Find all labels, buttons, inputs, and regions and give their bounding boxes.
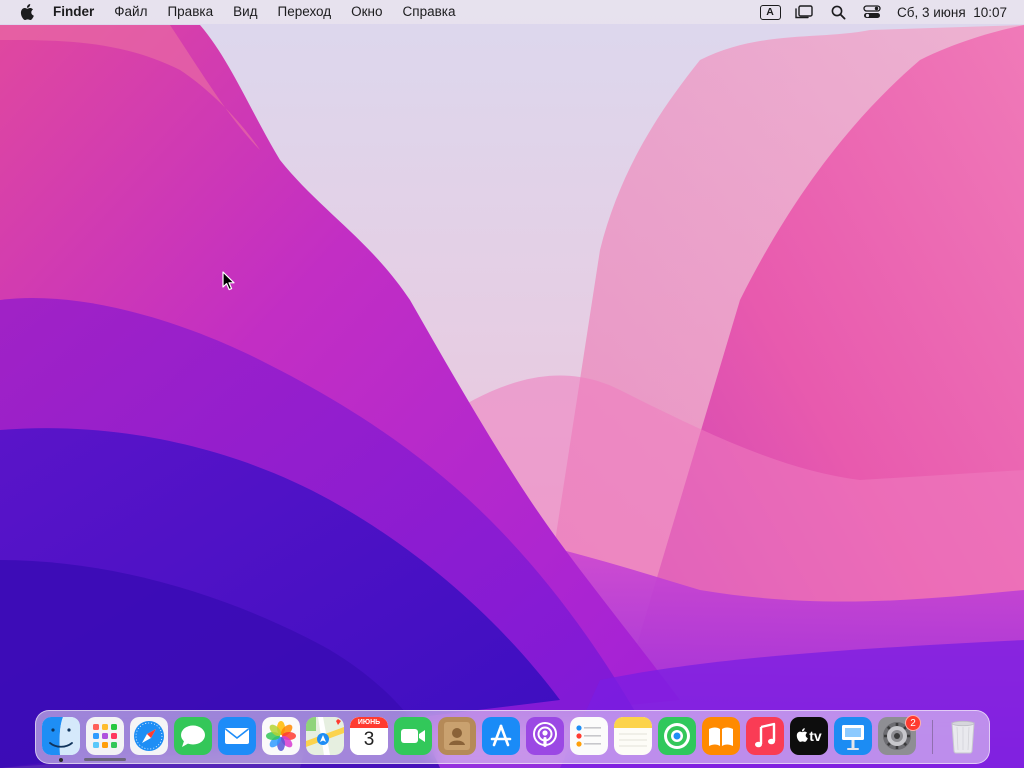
- contacts-icon: [438, 717, 476, 755]
- dock-app-store[interactable]: [482, 717, 520, 755]
- dock: ИЮНЬ 3 tv 2: [35, 710, 990, 764]
- dock-messages[interactable]: [174, 717, 212, 755]
- safari-icon: [130, 717, 168, 755]
- menu-window[interactable]: Окно: [341, 0, 392, 24]
- dock-calendar[interactable]: ИЮНЬ 3: [350, 717, 388, 755]
- menu-bar: Finder Файл Правка Вид Переход Окно Спра…: [0, 0, 1024, 24]
- apple-tv-label: tv: [809, 728, 822, 744]
- mail-icon: [218, 717, 256, 755]
- dock-music[interactable]: [746, 717, 784, 755]
- stage-manager-icon[interactable]: [793, 2, 815, 22]
- apple-icon[interactable]: [17, 2, 37, 22]
- dock-separator: [932, 720, 933, 754]
- dock-keynote[interactable]: [834, 717, 872, 755]
- dock-finder[interactable]: [42, 717, 80, 755]
- settings-badge: 2: [905, 715, 921, 731]
- music-icon: [746, 717, 784, 755]
- dock-notes[interactable]: [614, 717, 652, 755]
- mouse-pointer-icon: [222, 271, 235, 291]
- input-source-label: A: [759, 4, 781, 20]
- launchpad-icon: [86, 717, 124, 755]
- dock-trash[interactable]: [944, 717, 982, 755]
- clock-date: Сб, 3 июня: [897, 4, 966, 20]
- trash-icon: [951, 720, 975, 754]
- finder-running-indicator: [59, 758, 63, 762]
- input-source-icon[interactable]: A: [759, 2, 781, 22]
- menu-app-finder[interactable]: Finder: [49, 0, 104, 24]
- dock-launchpad[interactable]: [86, 717, 124, 755]
- keynote-icon: [834, 717, 872, 755]
- menu-extras: A Сб, 3 июня 10:07: [753, 0, 1024, 24]
- desktop-wallpaper: [0, 0, 1024, 768]
- finder-icon: [42, 717, 80, 755]
- menu-view[interactable]: Вид: [223, 0, 267, 24]
- photos-icon: [262, 717, 300, 755]
- notes-icon: [614, 717, 652, 755]
- menu-clock[interactable]: Сб, 3 июня 10:07: [897, 5, 1007, 20]
- menu-help[interactable]: Справка: [393, 0, 466, 24]
- dock-contacts[interactable]: [438, 717, 476, 755]
- apple-tv-icon: [797, 728, 809, 742]
- spotlight-icon[interactable]: [827, 2, 849, 22]
- facetime-icon: [394, 717, 432, 755]
- find-my-icon: [658, 717, 696, 755]
- clock-time: 10:07: [973, 4, 1007, 20]
- messages-icon: [174, 717, 212, 755]
- dock-photos[interactable]: [262, 717, 300, 755]
- dock-books[interactable]: [702, 717, 740, 755]
- menu-edit[interactable]: Правка: [157, 0, 223, 24]
- podcasts-icon: [526, 717, 564, 755]
- dock-apple-tv[interactable]: tv: [790, 717, 828, 755]
- menu-file[interactable]: Файл: [104, 0, 157, 24]
- maps-icon: [306, 717, 344, 755]
- calendar-month: ИЮНЬ: [357, 719, 381, 726]
- dock-mail[interactable]: [218, 717, 256, 755]
- dock-facetime[interactable]: [394, 717, 432, 755]
- control-center-icon[interactable]: [861, 2, 883, 22]
- dock-maps[interactable]: [306, 717, 344, 755]
- dock-find-my[interactable]: [658, 717, 696, 755]
- reminders-icon: [570, 717, 608, 755]
- dock-reminders[interactable]: [570, 717, 608, 755]
- menu-go[interactable]: Переход: [268, 0, 342, 24]
- launchpad-indicator: [84, 758, 126, 761]
- dock-safari[interactable]: [130, 717, 168, 755]
- app-store-icon: [482, 717, 520, 755]
- books-icon: [702, 717, 740, 755]
- calendar-day: 3: [363, 729, 375, 750]
- dock-podcasts[interactable]: [526, 717, 564, 755]
